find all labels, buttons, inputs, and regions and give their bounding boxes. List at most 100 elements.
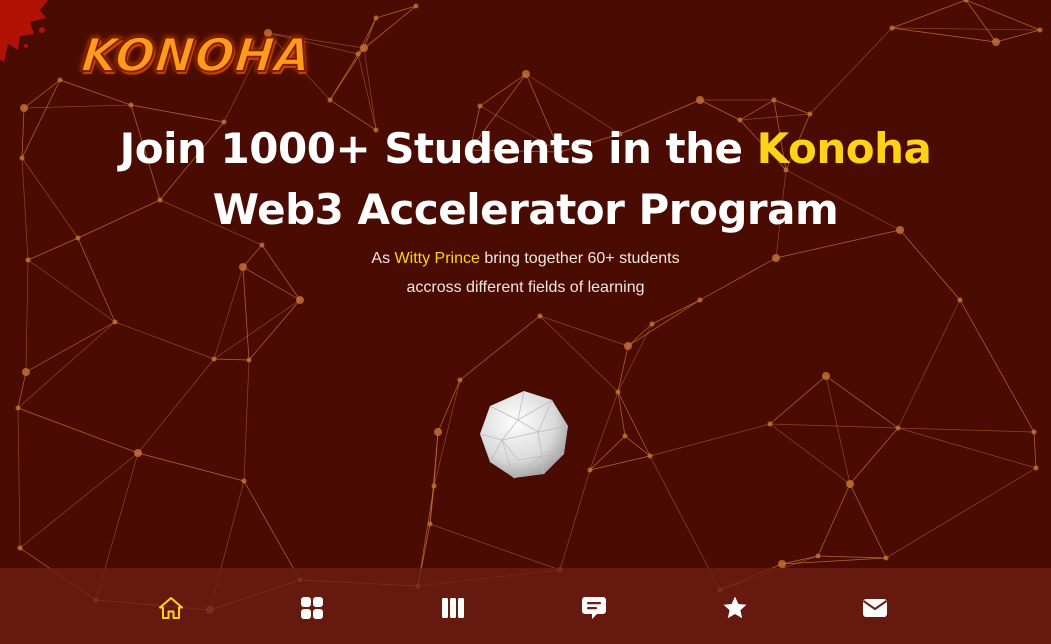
network-node [649, 321, 655, 327]
network-link [809, 27, 893, 115]
network-link [897, 427, 1037, 469]
star-icon [723, 596, 747, 619]
network-link [539, 315, 629, 347]
network-link [825, 375, 851, 485]
network-link [817, 555, 887, 559]
network-link [849, 427, 899, 485]
paint-splatter [0, 0, 48, 62]
network-node [15, 405, 21, 411]
network-node [355, 51, 361, 57]
network-node [17, 545, 23, 551]
network-node [1031, 429, 1037, 435]
network-link [825, 375, 899, 429]
geodesic-sphere [479, 390, 569, 479]
network-link [769, 375, 827, 425]
network-link [849, 483, 887, 559]
network-link [589, 391, 619, 471]
network-link [559, 469, 591, 571]
network-link [23, 104, 132, 109]
network-link [769, 423, 851, 485]
network-link [891, 27, 1041, 31]
network-node [1037, 27, 1043, 33]
network-link [23, 79, 61, 109]
network-link [429, 523, 561, 571]
network-node [373, 15, 379, 21]
columns-icon [442, 598, 464, 618]
network-node [112, 319, 118, 325]
hero-title-line2: Web3 Accelerator Program [212, 185, 839, 234]
network-link [17, 407, 21, 549]
network-link [19, 452, 139, 549]
nav-grid[interactable] [298, 594, 326, 622]
network-link [627, 323, 653, 347]
network-node [413, 3, 419, 9]
nav-home[interactable] [157, 594, 185, 622]
network-node [767, 421, 773, 427]
network-link [897, 427, 1035, 433]
network-link [17, 407, 139, 454]
network-node [846, 480, 854, 488]
hero-title: Join 1000+ Students in the Konoha Web3 A… [0, 118, 1051, 240]
network-node [128, 102, 134, 108]
network-node [587, 467, 593, 473]
network-node [622, 433, 628, 439]
nav-columns[interactable] [439, 594, 467, 622]
network-node [22, 368, 30, 376]
network-link [375, 5, 417, 19]
network-link [17, 371, 27, 409]
network-link [617, 345, 629, 393]
network-link [479, 73, 527, 107]
network-node [427, 521, 433, 527]
network-link [137, 358, 215, 454]
network-node [457, 377, 463, 383]
network-node [434, 428, 442, 436]
network-link [897, 299, 961, 429]
network-node [211, 356, 217, 362]
konoha-logo[interactable]: KONOHA [78, 27, 315, 83]
network-node [889, 25, 895, 31]
network-link [17, 321, 116, 409]
network-link [459, 315, 541, 381]
network-node [431, 483, 437, 489]
network-node [895, 425, 901, 431]
network-node [771, 97, 777, 103]
network-node [883, 555, 889, 561]
network-node [1033, 465, 1039, 471]
network-link [114, 321, 215, 360]
hero-title-prefix: Join 1000+ Students in the [119, 124, 757, 173]
network-link [885, 467, 1037, 559]
network-link [699, 99, 741, 121]
network-node [20, 104, 28, 112]
network-link [25, 321, 116, 373]
nav-comment[interactable] [580, 594, 608, 622]
network-link [589, 435, 626, 471]
network-node [241, 478, 247, 484]
network-node [992, 38, 1000, 46]
network-link [739, 99, 775, 121]
network-node [696, 96, 704, 104]
network-node [807, 111, 813, 117]
nav-star[interactable] [721, 594, 749, 622]
network-node [327, 97, 333, 103]
grid-icon [301, 597, 323, 619]
subtitle-prefix: As [371, 250, 395, 267]
network-link [891, 0, 967, 29]
network-link [624, 435, 651, 457]
envelope-icon [862, 599, 888, 617]
hero-subtitle: As Witty Prince bring together 60+ stude… [0, 244, 1051, 302]
subtitle-line2: accross different fields of learning [406, 279, 645, 296]
network-link [589, 455, 651, 471]
network-link [773, 99, 811, 115]
network-link [137, 452, 245, 482]
nav-contact[interactable] [861, 594, 889, 622]
network-link [59, 79, 132, 106]
home-icon [159, 597, 183, 619]
network-node [134, 449, 142, 457]
network-node [647, 453, 653, 459]
network-node [477, 103, 483, 109]
network-link [769, 423, 899, 429]
network-link [213, 358, 250, 361]
network-node [522, 70, 530, 78]
network-link [817, 483, 851, 557]
network-link [995, 29, 1041, 43]
